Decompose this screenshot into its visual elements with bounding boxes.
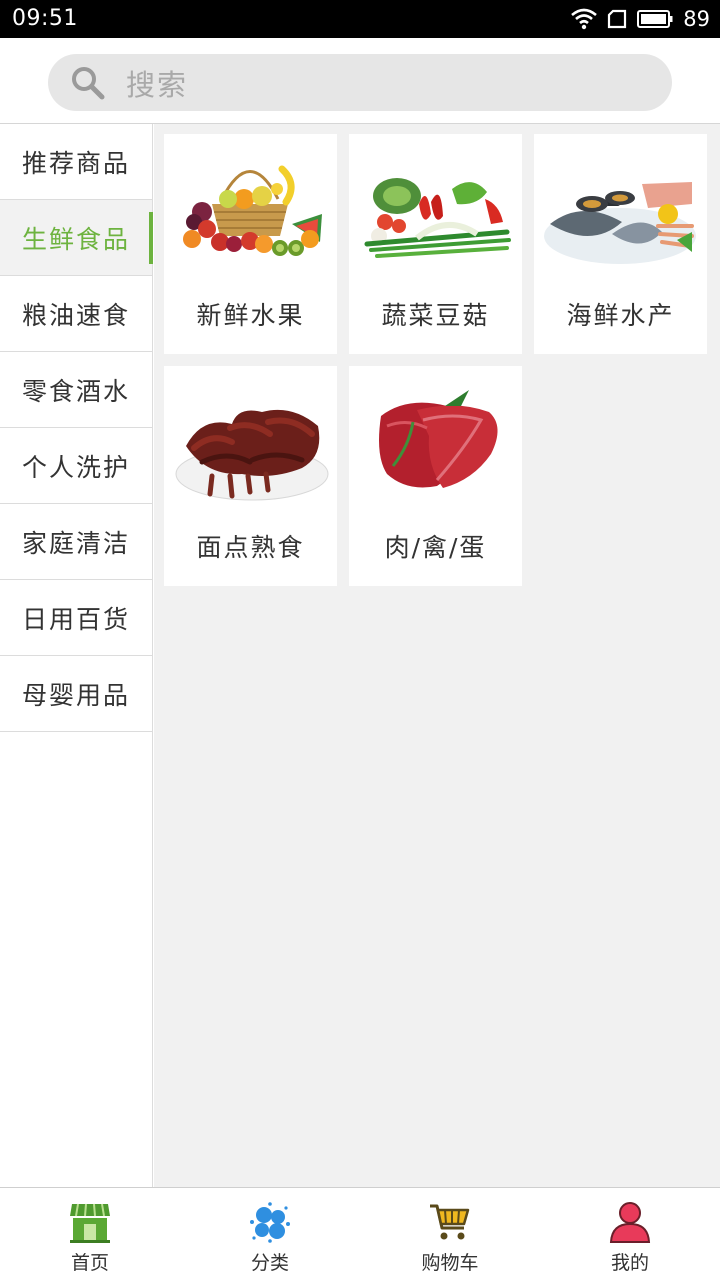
bottom-navigation: 首页 分类 购物车 我的 — [0, 1187, 720, 1280]
category-card-vegetables[interactable]: 蔬菜豆菇 — [349, 134, 522, 354]
subcategory-grid: 新鲜水果 蔬菜豆菇 海鲜水产 面点熟食 肉/禽/蛋 — [154, 124, 720, 1187]
battery-icon — [637, 10, 673, 28]
category-card-fruit[interactable]: 新鲜水果 — [164, 134, 337, 354]
sidebar-item-snacks-drinks[interactable]: 零食酒水 — [0, 352, 152, 428]
cart-icon — [430, 1204, 470, 1240]
category-icon — [250, 1202, 290, 1243]
wifi-icon — [571, 8, 598, 30]
sidebar-item-recommended[interactable]: 推荐商品 — [0, 124, 152, 200]
vegetables-image — [364, 178, 511, 258]
category-card-meat[interactable]: 肉/禽/蛋 — [349, 366, 522, 586]
category-label: 蔬菜豆菇 — [381, 301, 490, 330]
seafood-image — [544, 182, 696, 264]
nav-label: 购物车 — [421, 1252, 479, 1274]
braised-duck-image — [175, 409, 329, 501]
search-bar: 搜索 — [0, 38, 720, 124]
raw-meat-image — [379, 390, 498, 488]
search-input[interactable]: 搜索 — [48, 54, 672, 111]
nav-home[interactable]: 首页 — [0, 1188, 180, 1280]
fruit-basket-image — [183, 165, 322, 256]
sidebar-item-fresh-food[interactable]: 生鲜食品 — [0, 200, 153, 276]
storefront-icon — [70, 1203, 110, 1243]
nav-profile[interactable]: 我的 — [540, 1188, 720, 1280]
sidebar-item-daily-goods[interactable]: 日用百货 — [0, 580, 152, 656]
status-time: 09:51 — [12, 6, 78, 31]
nav-label: 我的 — [610, 1252, 649, 1274]
sidebar-item-grain-oil[interactable]: 粮油速食 — [0, 276, 152, 352]
nav-cart[interactable]: 购物车 — [360, 1188, 540, 1280]
status-bar: 09:51 89 — [0, 0, 720, 38]
nav-label: 首页 — [70, 1252, 109, 1274]
category-label: 新鲜水果 — [196, 301, 305, 330]
sidebar-item-home-cleaning[interactable]: 家庭清洁 — [0, 504, 152, 580]
status-icons: 89 — [571, 5, 710, 33]
nav-label: 分类 — [250, 1252, 289, 1274]
search-icon — [72, 66, 105, 99]
category-card-deli[interactable]: 面点熟食 — [164, 366, 337, 586]
nav-category[interactable]: 分类 — [180, 1188, 360, 1280]
category-card-seafood[interactable]: 海鲜水产 — [534, 134, 707, 354]
sidebar-item-personal-care[interactable]: 个人洗护 — [0, 428, 152, 504]
category-label: 海鲜水产 — [566, 301, 675, 330]
category-sidebar: 推荐商品 生鲜食品 粮油速食 零食酒水 个人洗护 家庭清洁 日用百货 母婴用品 — [0, 124, 153, 1187]
category-label: 肉/禽/蛋 — [384, 533, 487, 562]
screen-rotate-icon — [608, 9, 627, 29]
battery-level: 89 — [683, 7, 710, 31]
user-icon — [609, 1202, 651, 1243]
search-placeholder: 搜索 — [126, 67, 189, 102]
category-label: 面点熟食 — [196, 533, 305, 562]
sidebar-item-mother-baby[interactable]: 母婴用品 — [0, 656, 152, 732]
